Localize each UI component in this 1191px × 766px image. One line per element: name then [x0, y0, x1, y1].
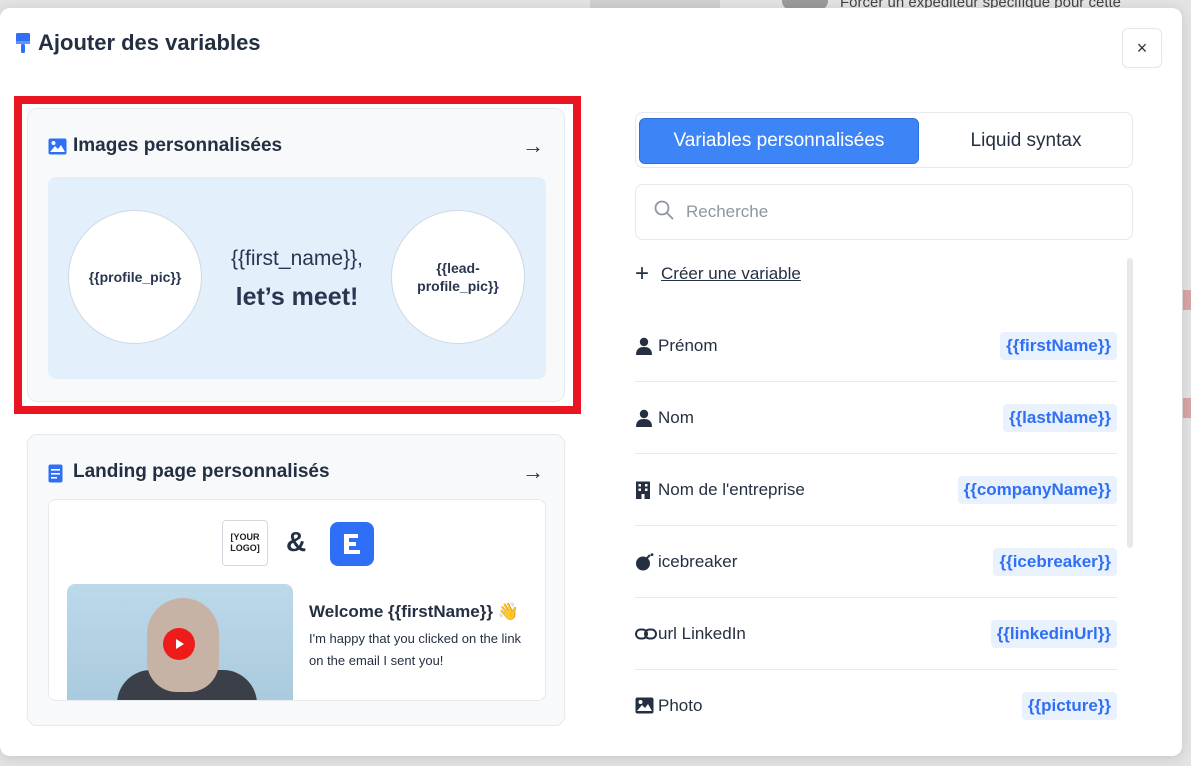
ampersand: &: [286, 526, 307, 557]
variable-tag[interactable]: {{linkedinUrl}}: [990, 619, 1117, 648]
welcome-text: I'm happy that you clicked on the link o…: [309, 631, 522, 668]
person-icon: [635, 337, 653, 355]
variable-label: Nom: [658, 407, 694, 427]
list-item[interactable]: url LinkedIn {{linkedinUrl}}: [635, 598, 1117, 670]
tab-liquid-syntax[interactable]: Liquid syntax: [926, 118, 1126, 164]
scrollbar[interactable]: [1127, 258, 1133, 548]
image-icon: [48, 138, 67, 155]
list-item[interactable]: icebreaker {{icebreaker}}: [635, 526, 1117, 598]
variable-label: Photo: [658, 696, 703, 715]
list-item[interactable]: Nom de l'entreprise {{companyName}}: [635, 454, 1117, 526]
modal-title: Ajouter des variables: [38, 30, 261, 55]
logo-placeholder: [YOUR LOGO]: [222, 520, 268, 566]
bomb-icon: [635, 552, 654, 571]
card-title: Landing page personnalisés: [73, 461, 330, 482]
search-input[interactable]: [686, 202, 1086, 222]
lead-profile-pic-placeholder: {{lead-profile_pic}}: [391, 210, 525, 344]
image-icon: [635, 697, 654, 715]
card-header: Landing page personnalisés →: [48, 459, 544, 485]
list-item[interactable]: Nom {{lastName}}: [635, 382, 1117, 454]
list-item[interactable]: Prénom {{firstName}}: [635, 310, 1117, 382]
play-icon[interactable]: [163, 628, 195, 660]
images-personalised-card[interactable]: Images personnalisées → {{profile_pic}} …: [27, 108, 565, 402]
variable-label: Nom de l'entreprise: [658, 479, 805, 499]
create-variable-button[interactable]: + Créer une variable: [635, 260, 801, 287]
variable-tabs: Variables personnalisées Liquid syntax: [635, 112, 1133, 168]
tab-custom-variables[interactable]: Variables personnalisées: [639, 118, 919, 164]
image-preview: {{profile_pic}} {{first_name}}, let’s me…: [48, 177, 546, 379]
brand-logo-icon: [330, 522, 374, 566]
plus-icon: +: [635, 260, 650, 287]
landing-preview: [YOUR LOGO] & Welcome {{firstName}} 👋 I'…: [48, 499, 546, 701]
link-icon: [635, 625, 657, 643]
variable-label: url LinkedIn: [658, 623, 746, 643]
modal-header: Ajouter des variables: [14, 30, 261, 56]
building-icon: [635, 481, 653, 499]
search-icon: [654, 200, 674, 225]
variable-list: Prénom {{firstName}} Nom {{lastName}} No…: [635, 310, 1117, 742]
card-header: Images personnalisées →: [48, 133, 544, 159]
brush-icon: [14, 32, 32, 54]
variable-label: icebreaker: [658, 551, 738, 571]
landing-page-card[interactable]: Landing page personnalisés → [YOUR LOGO]…: [27, 434, 565, 726]
list-item[interactable]: Photo {{picture}}: [635, 670, 1117, 742]
profile-pic-placeholder: {{profile_pic}}: [68, 210, 202, 344]
welcome-title: Welcome {{firstName}} 👋: [309, 602, 519, 621]
close-icon: ×: [1136, 37, 1148, 58]
variable-tag[interactable]: {{picture}}: [1021, 692, 1117, 720]
video-thumbnail[interactable]: [67, 584, 293, 700]
arrow-right-icon[interactable]: →: [522, 133, 544, 159]
background-fragment: [1183, 290, 1191, 310]
variable-tag[interactable]: {{firstName}}: [1000, 331, 1117, 360]
card-title: Images personnalisées: [73, 135, 283, 156]
background-fragment: [1183, 398, 1191, 418]
search-box: [635, 184, 1133, 240]
arrow-right-icon[interactable]: →: [522, 459, 544, 485]
variable-label: Prénom: [658, 335, 718, 355]
variable-tag[interactable]: {{icebreaker}}: [993, 547, 1117, 576]
close-button[interactable]: ×: [1122, 28, 1162, 68]
create-variable-label: Créer une variable: [661, 264, 801, 283]
add-variables-modal: Ajouter des variables × Images personnal…: [0, 8, 1182, 756]
person-icon: [635, 409, 653, 427]
document-icon: [48, 464, 67, 482]
variable-tag[interactable]: {{companyName}}: [957, 475, 1117, 504]
variable-tag[interactable]: {{lastName}}: [1002, 403, 1117, 432]
